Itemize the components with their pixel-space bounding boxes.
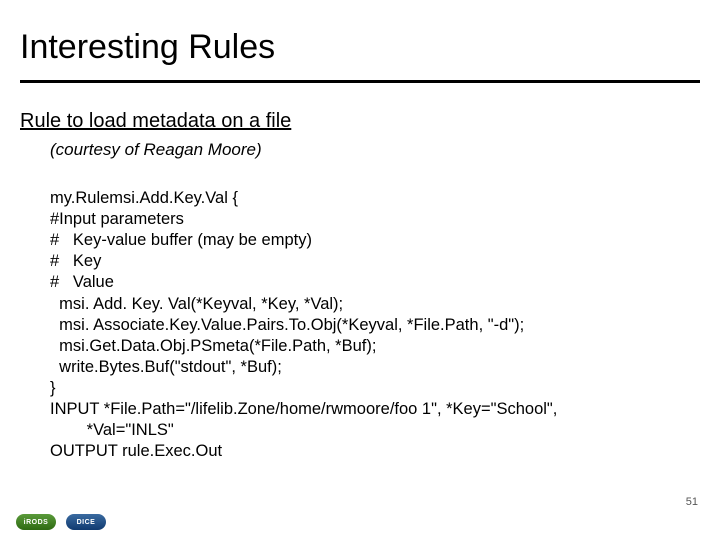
slide-title: Interesting Rules — [20, 28, 275, 67]
rule-code-block: my.Rulemsi.Add.Key.Val { #Input paramete… — [50, 188, 557, 462]
page-number: 51 — [686, 496, 698, 508]
slide: Interesting Rules Rule to load metadata … — [0, 0, 720, 540]
dice-logo: DICE — [66, 514, 106, 530]
irods-logo: iRODS — [16, 514, 56, 530]
slide-subtitle: Rule to load metadata on a file — [20, 110, 291, 133]
title-underline — [20, 80, 700, 83]
courtesy-note: (courtesy of Reagan Moore) — [50, 140, 262, 160]
footer-logos: iRODS DICE — [16, 514, 106, 530]
